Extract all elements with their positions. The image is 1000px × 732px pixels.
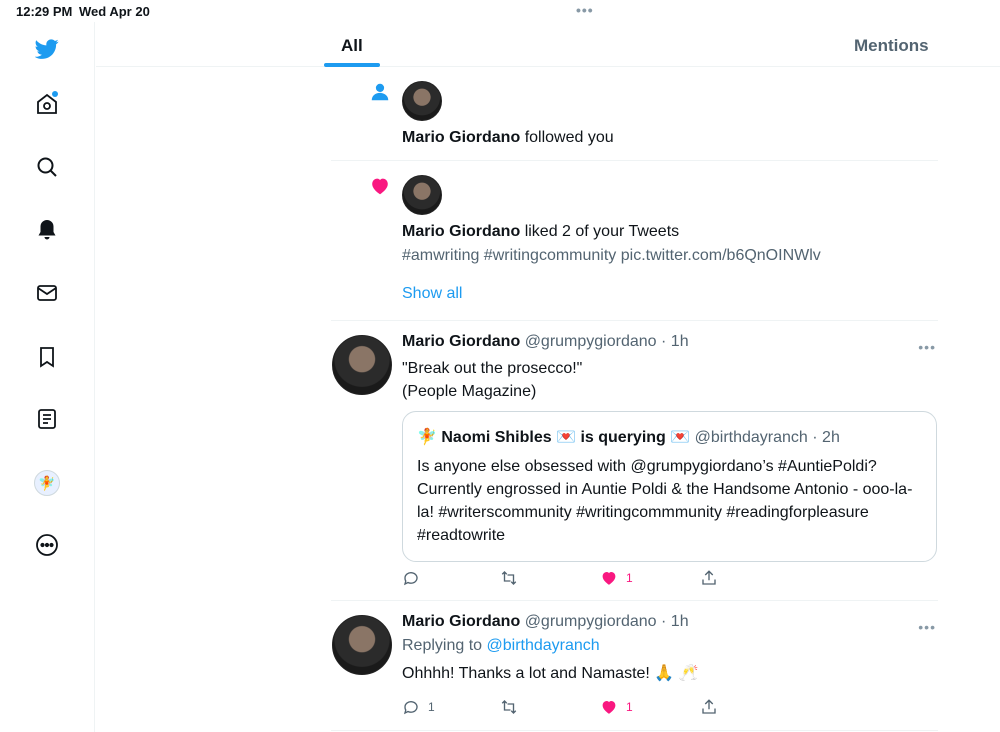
home-icon[interactable] <box>32 89 62 119</box>
love-letter-emoji: 💌 <box>556 429 576 446</box>
more-options-button[interactable]: ••• <box>918 339 936 355</box>
tweet-time: · 1h <box>661 333 689 350</box>
likes-action: liked 2 of your Tweets <box>524 223 680 240</box>
replying-to-handle[interactable]: @birthdayranch <box>487 637 600 654</box>
more-options-icon[interactable] <box>32 530 62 560</box>
bookmarks-icon[interactable] <box>32 342 62 372</box>
user-name[interactable]: Mario Giordano <box>402 129 520 146</box>
tweet-header: Mario Giordano @grumpygiordano · 1h <box>402 613 938 631</box>
quoted-user-emoji: 🧚 <box>417 429 437 446</box>
lists-icon[interactable] <box>32 404 62 434</box>
messages-mail-icon[interactable] <box>32 278 62 308</box>
heart-like-icon <box>372 178 388 195</box>
person-follow-icon <box>371 83 389 101</box>
retweet-icon <box>501 571 517 585</box>
user-name[interactable]: Mario Giordano <box>402 223 520 240</box>
user-name[interactable]: Mario Giordano <box>402 333 520 350</box>
share-icon <box>702 699 716 714</box>
share-button[interactable] <box>700 698 718 716</box>
quoted-user-name: Naomi Shibles <box>441 429 552 446</box>
share-icon <box>702 570 716 585</box>
tweet-content: Mario Giordano @grumpygiordano · 1h ••• … <box>402 613 938 685</box>
tweet-time: · 1h <box>661 613 689 630</box>
quoted-tweet-header: 🧚 Naomi Shibles 💌 is querying 💌 @birthda… <box>417 426 922 449</box>
show-all-link[interactable]: Show all <box>402 285 462 303</box>
notifications-feed: Mario Giordano followed you Mario Giorda… <box>331 67 938 731</box>
retweet-button[interactable] <box>500 569 518 587</box>
reply-button[interactable] <box>402 569 428 587</box>
liked-tweet-preview[interactable]: #amwriting #writingcommunity pic.twitter… <box>402 247 821 265</box>
tweet-text: "Break out the prosecco!" <box>402 360 583 377</box>
tweet-content: Mario Giordano @grumpygiordano · 1h ••• … <box>402 333 938 403</box>
replying-to: Replying to @birthdayranch <box>402 635 938 657</box>
reply-button[interactable]: 1 <box>402 698 435 716</box>
follow-text: Mario Giordano followed you <box>402 129 614 147</box>
notifications-bell-icon[interactable] <box>32 215 62 245</box>
multitasking-dots[interactable]: ••• <box>576 2 594 18</box>
share-button[interactable] <box>700 569 718 587</box>
notifications-tabs: All Mentions <box>96 22 1000 67</box>
quoted-tweet[interactable]: 🧚 Naomi Shibles 💌 is querying 💌 @birthda… <box>402 411 937 562</box>
like-button[interactable]: 1 <box>600 569 633 587</box>
user-handle[interactable]: @grumpygiordano <box>525 333 657 350</box>
tweet-actions: 1 1 <box>402 698 722 718</box>
status-date: Wed Apr 20 <box>79 4 150 19</box>
more-options-button[interactable]: ••• <box>918 619 936 635</box>
heart-filled-icon <box>602 701 616 714</box>
like-count: 1 <box>626 571 633 585</box>
tweet-actions: 1 <box>402 569 722 589</box>
search-icon[interactable] <box>32 152 62 182</box>
like-button[interactable]: 1 <box>600 698 633 716</box>
profile-picture-icon: 🧚 <box>34 470 60 496</box>
twitter-logo-icon[interactable] <box>32 34 62 64</box>
user-handle[interactable]: @grumpygiordano <box>525 613 657 630</box>
heart-filled-icon <box>602 572 616 585</box>
follow-notification[interactable]: Mario Giordano followed you <box>331 67 938 161</box>
quoted-tweet-text: Is anyone else obsessed with @grumpygior… <box>417 458 913 544</box>
tweet-text: (People Magazine) <box>402 383 537 400</box>
avatar[interactable] <box>332 335 392 395</box>
tweet-header: Mario Giordano @grumpygiordano · 1h <box>402 333 938 351</box>
follow-action: followed you <box>524 129 614 146</box>
retweet-button[interactable] <box>500 698 518 716</box>
status-bar: 12:29 PM Wed Apr 20 ••• <box>0 0 1000 22</box>
status-time: 12:29 PM <box>16 4 73 19</box>
replying-to-label: Replying to <box>402 637 483 654</box>
reply-icon <box>403 572 418 586</box>
new-content-dot <box>52 91 58 97</box>
tweet[interactable]: Mario Giordano @grumpygiordano · 1h ••• … <box>331 601 938 731</box>
profile-avatar[interactable]: 🧚 <box>32 468 62 498</box>
tweet-text: Ohhhh! Thanks a lot and Namaste! 🙏 🥂 <box>402 665 699 682</box>
love-letter-emoji: 💌 <box>670 429 691 446</box>
avatar[interactable] <box>402 175 442 215</box>
user-name[interactable]: Mario Giordano <box>402 613 520 630</box>
quoted-user-handle: @birthdayranch · 2h <box>694 429 840 446</box>
like-count: 1 <box>626 700 633 714</box>
avatar[interactable] <box>332 615 392 675</box>
quoted-user-name-suffix: is querying <box>580 429 666 446</box>
retweet-icon <box>501 700 517 714</box>
tab-all[interactable]: All <box>341 36 363 56</box>
tweet[interactable]: Mario Giordano @grumpygiordano · 1h ••• … <box>331 321 938 601</box>
likes-notification[interactable]: Mario Giordano liked 2 of your Tweets #a… <box>331 161 938 321</box>
sidebar: 🧚 <box>0 22 95 732</box>
tab-mentions[interactable]: Mentions <box>854 36 929 56</box>
reply-icon <box>403 701 418 715</box>
avatar[interactable] <box>402 81 442 121</box>
likes-text: Mario Giordano liked 2 of your Tweets <box>402 223 679 241</box>
reply-count: 1 <box>428 700 435 714</box>
